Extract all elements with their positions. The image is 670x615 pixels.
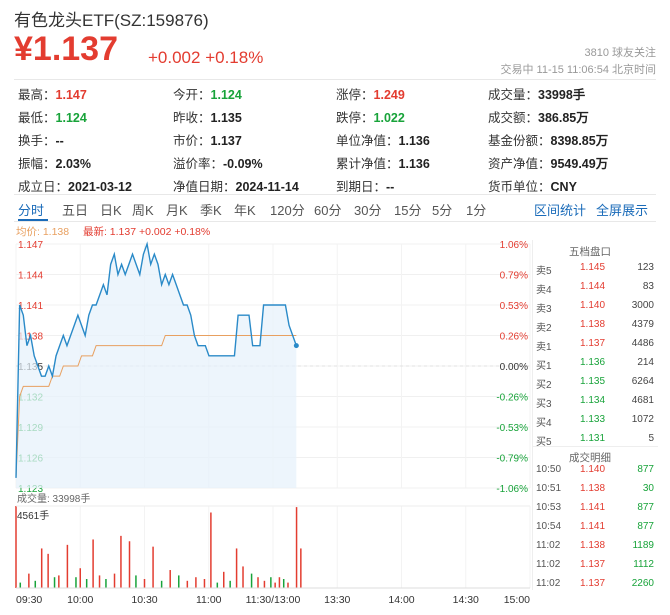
order-book-row: 买3 1.134 4681 (532, 395, 658, 411)
deal-row: 11:02 1.137 1112 (532, 559, 658, 575)
y-tick-label: -1.06% (496, 484, 528, 495)
y-tick-label: 1.06% (500, 240, 528, 251)
deal-row: 10:53 1.141 877 (532, 502, 658, 518)
ob-price: 1.134 (580, 395, 606, 406)
ob-price: 1.138 (580, 319, 606, 330)
ob-price: 1.140 (580, 464, 606, 475)
ob-price: 1.144 (580, 281, 606, 292)
ob-price: 1.136 (580, 357, 606, 368)
ob-label: 10:50 (536, 464, 562, 475)
y-tick-label: 0.79% (500, 271, 528, 282)
ob-price: 1.133 (580, 414, 606, 425)
x-tick-label: 14:00 (388, 594, 414, 606)
ob-label: 11:02 (536, 559, 561, 570)
order-book-title: 五档盘口 (569, 246, 611, 258)
ob-label: 买2 (536, 380, 552, 391)
ob-volume: 4379 (631, 319, 654, 330)
ob-price: 1.137 (580, 578, 606, 589)
price-area (16, 244, 297, 488)
ob-price: 1.141 (580, 502, 606, 513)
ob-label: 卖3 (536, 304, 552, 315)
ob-volume: 3000 (631, 300, 654, 311)
y-tick-label: 1.144 (18, 271, 43, 282)
ob-label: 买4 (536, 418, 552, 429)
ob-price: 1.137 (580, 338, 606, 349)
ob-volume: 1112 (633, 559, 654, 570)
latest-price-dot (293, 343, 299, 349)
y-tick-label: -0.53% (496, 423, 528, 434)
deal-row: 11:02 1.137 2260 (532, 578, 658, 594)
y-tick-label: 1.147 (18, 240, 43, 251)
ob-label: 11:02 (536, 578, 561, 589)
order-book-divider (532, 446, 658, 447)
ob-volume: 123 (637, 262, 654, 273)
y-tick-label: -0.79% (496, 454, 528, 465)
ob-price: 1.138 (580, 540, 606, 551)
order-book-row: 卖2 1.138 4379 (532, 319, 658, 335)
ob-price: 1.135 (580, 376, 606, 387)
ob-volume: 30 (642, 483, 654, 494)
order-book-row: 卖1 1.137 4486 (532, 338, 658, 354)
order-book-row: 卖5 1.145 123 (532, 262, 658, 278)
volume-max-label: 4561手 (17, 509, 49, 522)
ob-label: 10:53 (536, 502, 562, 513)
y-tick-label: 0.00% (500, 362, 528, 373)
ob-price: 1.137 (580, 559, 606, 570)
order-book-border (532, 240, 533, 590)
x-tick-label: 15:00 (504, 594, 530, 606)
x-tick-label: 11:30/13:00 (246, 594, 301, 606)
x-tick-label: 10:30 (131, 594, 157, 606)
ob-label: 卖4 (536, 285, 552, 296)
ob-price: 1.138 (580, 483, 606, 494)
deal-row: 10:51 1.138 30 (532, 483, 658, 499)
ob-volume: 877 (637, 521, 654, 532)
deal-row: 10:54 1.141 877 (532, 521, 658, 537)
y-tick-label: 0.26% (500, 332, 528, 343)
ob-volume: 877 (637, 502, 654, 513)
ob-volume: 5 (648, 433, 654, 444)
x-tick-label: 10:00 (67, 594, 93, 606)
deal-row: 11:02 1.138 1189 (532, 540, 658, 556)
deal-row: 10:50 1.140 877 (532, 464, 658, 480)
order-book-row: 买4 1.133 1072 (532, 414, 658, 430)
ob-price: 1.141 (580, 521, 606, 532)
ob-volume: 214 (637, 357, 654, 368)
x-tick-label: 13:30 (324, 594, 350, 606)
order-book-row: 卖4 1.144 83 (532, 281, 658, 297)
ob-label: 10:54 (536, 521, 562, 532)
ob-volume: 1189 (632, 540, 654, 551)
ob-price: 1.145 (580, 262, 606, 273)
ob-volume: 2260 (631, 578, 654, 589)
ob-label: 10:51 (536, 483, 562, 494)
x-tick-label: 09:30 (16, 594, 42, 606)
ob-label: 卖1 (536, 342, 552, 353)
ob-label: 买1 (536, 361, 552, 372)
ob-volume: 877 (637, 464, 654, 475)
ob-label: 买3 (536, 399, 552, 410)
order-book-row: 买1 1.136 214 (532, 357, 658, 373)
order-book-row: 买2 1.135 6264 (532, 376, 658, 392)
y-tick-label: -0.26% (496, 393, 528, 404)
ob-label: 卖5 (536, 266, 552, 277)
ob-volume: 4681 (631, 395, 654, 406)
y-tick-label: 0.53% (500, 301, 528, 312)
ob-volume: 6264 (631, 376, 654, 387)
ob-price: 1.140 (580, 300, 606, 311)
ob-label: 卖2 (536, 323, 552, 334)
volume-label: 成交量: 33998手 (17, 492, 90, 505)
ob-volume: 1072 (631, 414, 654, 425)
x-tick-label: 11:00 (196, 594, 222, 606)
order-book-row: 卖3 1.140 3000 (532, 300, 658, 316)
deals-title: 成交明细 (569, 452, 611, 464)
x-tick-label: 14:30 (453, 594, 479, 606)
ob-label: 11:02 (536, 540, 561, 551)
ob-volume: 4486 (631, 338, 654, 349)
ob-price: 1.131 (580, 433, 606, 444)
ob-volume: 83 (642, 281, 654, 292)
